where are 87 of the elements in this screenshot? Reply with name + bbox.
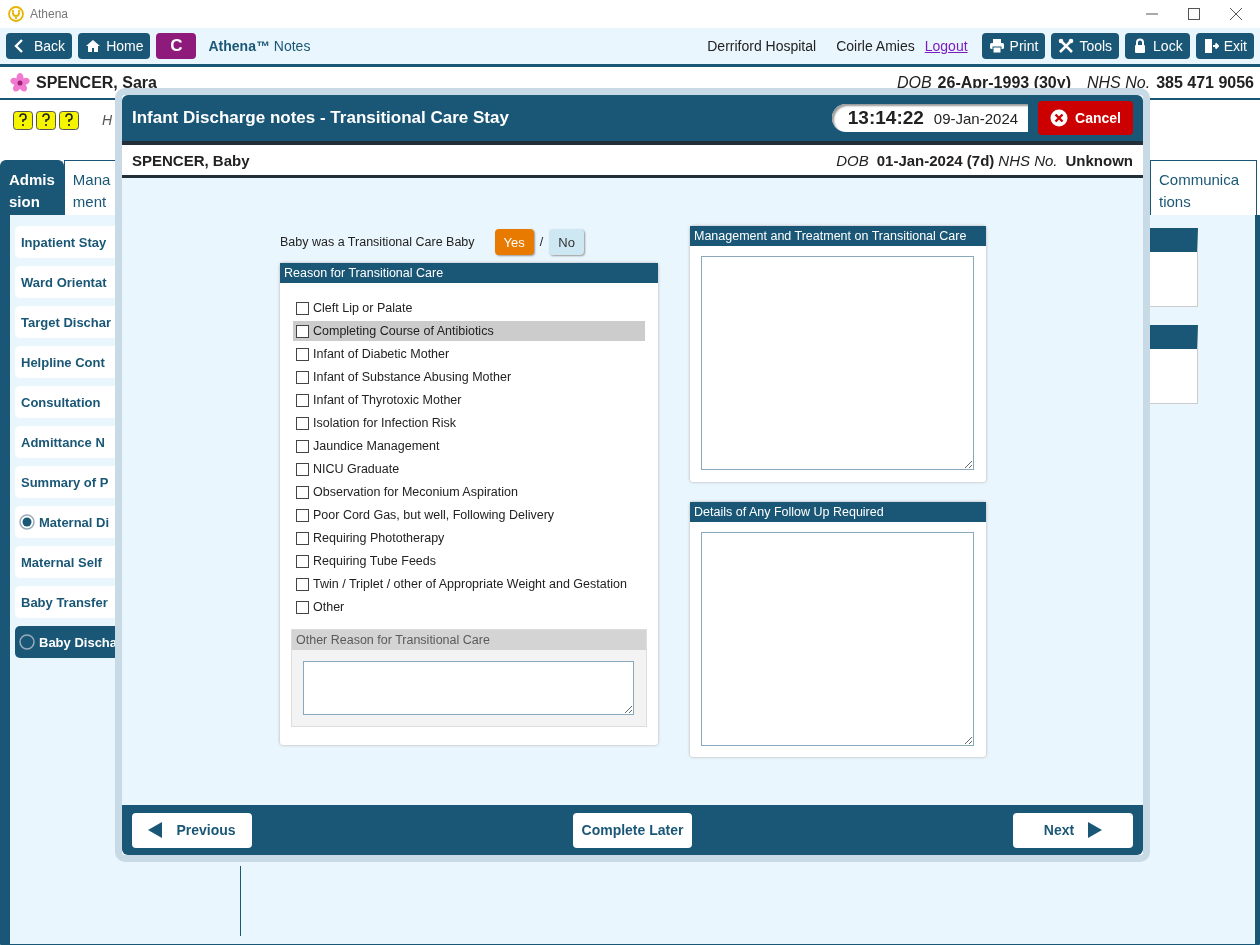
checkbox[interactable] bbox=[296, 531, 309, 545]
checkbox-option[interactable]: Twin / Triplet / other of Appropriate Weight and Gestation bbox=[293, 574, 645, 594]
hospital-name: Derriford Hospital bbox=[707, 38, 817, 54]
checkbox-option[interactable]: Other bbox=[293, 597, 645, 617]
baby-name: SPENCER, Baby bbox=[132, 151, 250, 169]
close-icon[interactable] bbox=[1230, 8, 1242, 20]
sidebar-item[interactable]: Baby Transfer bbox=[15, 586, 117, 618]
sidebar-item[interactable]: Baby Discha bbox=[15, 626, 117, 658]
panel-header: Management and Treatment on Transitional Care bbox=[690, 226, 986, 246]
home-icon bbox=[85, 38, 102, 54]
dob-label: DOB bbox=[896, 73, 932, 92]
sidebar-item[interactable]: Admittance N bbox=[15, 426, 117, 458]
separator-text: / bbox=[539, 235, 544, 249]
next-button[interactable]: Next bbox=[1013, 812, 1133, 848]
tools-icon bbox=[1058, 38, 1075, 54]
checkbox[interactable] bbox=[296, 324, 309, 338]
dialog-title: Infant Discharge notes - Transitional Care Stay bbox=[132, 108, 509, 128]
checkbox[interactable] bbox=[296, 508, 309, 522]
app-logo-icon bbox=[8, 6, 24, 22]
nhs-label: NHS No. bbox=[998, 151, 1058, 169]
user-badge: C bbox=[156, 33, 197, 59]
nhs-value: Unknown bbox=[1065, 151, 1133, 169]
option-button[interactable]: No bbox=[549, 229, 584, 255]
print-icon bbox=[988, 38, 1005, 54]
user-name: Coirle Amies bbox=[836, 38, 915, 54]
patient-name: SPENCER, Sara bbox=[36, 73, 157, 92]
hint-text: H bbox=[102, 112, 113, 128]
checkbox-option[interactable]: Infant of Diabetic Mother bbox=[293, 344, 645, 364]
checkbox[interactable] bbox=[296, 301, 309, 315]
sidebar-item[interactable]: Summary of P bbox=[15, 466, 117, 498]
back-button[interactable]: Back bbox=[6, 33, 73, 59]
tools-button[interactable]: Tools bbox=[1051, 33, 1120, 59]
checkbox-option[interactable]: Requiring Tube Feeds bbox=[293, 551, 645, 571]
home-button[interactable]: Home bbox=[78, 33, 151, 59]
question-label: Baby was a Transitional Care Baby bbox=[280, 235, 475, 249]
app-name: Athena™ Notes bbox=[208, 38, 311, 54]
checkbox[interactable] bbox=[296, 554, 309, 568]
checkbox-option[interactable]: Infant of Thyrotoxic Mother bbox=[293, 390, 645, 410]
sidebar-item[interactable]: Maternal Self bbox=[15, 546, 117, 578]
dob-value: 01-Jan-2024 (7d) bbox=[876, 151, 995, 169]
flower-icon bbox=[10, 72, 30, 93]
tab[interactable]: Communica tions bbox=[1150, 160, 1257, 215]
nhs-value: 385 471 9056 bbox=[1156, 73, 1254, 92]
nhs-label: NHS No. bbox=[1087, 73, 1151, 92]
logout-link[interactable]: Logout bbox=[924, 38, 968, 54]
sidebar-item[interactable]: Consultation bbox=[15, 386, 117, 418]
sidebar-item[interactable]: Ward Orientat bbox=[15, 266, 117, 298]
checkbox-option[interactable]: Cleft Lip or Palate bbox=[293, 298, 645, 318]
previous-button[interactable]: Previous bbox=[132, 812, 252, 848]
checkbox-option[interactable]: Isolation for Infection Risk bbox=[293, 413, 645, 433]
checkbox-option[interactable]: Poor Cord Gas, but well, Following Delivery bbox=[293, 505, 645, 525]
left-triangle-icon bbox=[148, 822, 163, 838]
checkbox[interactable] bbox=[296, 393, 309, 407]
checkbox-option[interactable]: Jaundice Management bbox=[293, 436, 645, 456]
tab[interactable]: Admis sion bbox=[0, 160, 64, 215]
checkbox-option[interactable]: Observation for Meconium Aspiration bbox=[293, 482, 645, 502]
sidebar-item[interactable]: Maternal Di bbox=[15, 506, 117, 538]
checkbox[interactable] bbox=[296, 462, 309, 476]
complete-later-button[interactable]: Complete Later bbox=[572, 812, 693, 848]
sidebar-item[interactable]: Helpline Cont bbox=[15, 346, 117, 378]
print-button[interactable]: Print bbox=[981, 33, 1046, 59]
panel-header: Other Reason for Transitional Care bbox=[292, 630, 646, 650]
sidebar-item[interactable]: Inpatient Stay bbox=[15, 226, 117, 258]
checkbox[interactable] bbox=[296, 439, 309, 453]
dob-label: DOB bbox=[836, 151, 869, 169]
exit-button[interactable]: Exit bbox=[1195, 33, 1254, 59]
checkbox[interactable] bbox=[296, 370, 309, 384]
checkbox-option[interactable]: NICU Graduate bbox=[293, 459, 645, 479]
exit-icon bbox=[1202, 38, 1219, 54]
lock-button[interactable]: Lock bbox=[1125, 33, 1190, 59]
checkbox-option[interactable]: Requiring Phototherapy bbox=[293, 528, 645, 548]
checkbox[interactable] bbox=[296, 600, 309, 614]
checkbox[interactable] bbox=[296, 347, 309, 361]
window-title: Athena bbox=[30, 7, 69, 21]
panel-header: Reason for Transitional Care bbox=[280, 263, 658, 283]
panel-header: Details of Any Follow Up Required bbox=[690, 502, 986, 522]
checkbox-option[interactable]: Completing Course of Antibiotics bbox=[293, 321, 645, 341]
sidebar-item[interactable]: Target Dischar bbox=[15, 306, 117, 338]
checkbox[interactable] bbox=[296, 416, 309, 430]
clock-display: 13:14:22 09-Jan-2024 bbox=[831, 104, 1029, 132]
maximize-icon[interactable] bbox=[1188, 8, 1200, 20]
right-triangle-icon bbox=[1088, 822, 1103, 838]
checkbox[interactable] bbox=[296, 485, 309, 499]
close-icon bbox=[1050, 109, 1069, 127]
cancel-button[interactable]: Cancel bbox=[1038, 101, 1133, 135]
checkbox-option[interactable]: Infant of Substance Abusing Mother bbox=[293, 367, 645, 387]
checkbox[interactable] bbox=[296, 577, 309, 591]
